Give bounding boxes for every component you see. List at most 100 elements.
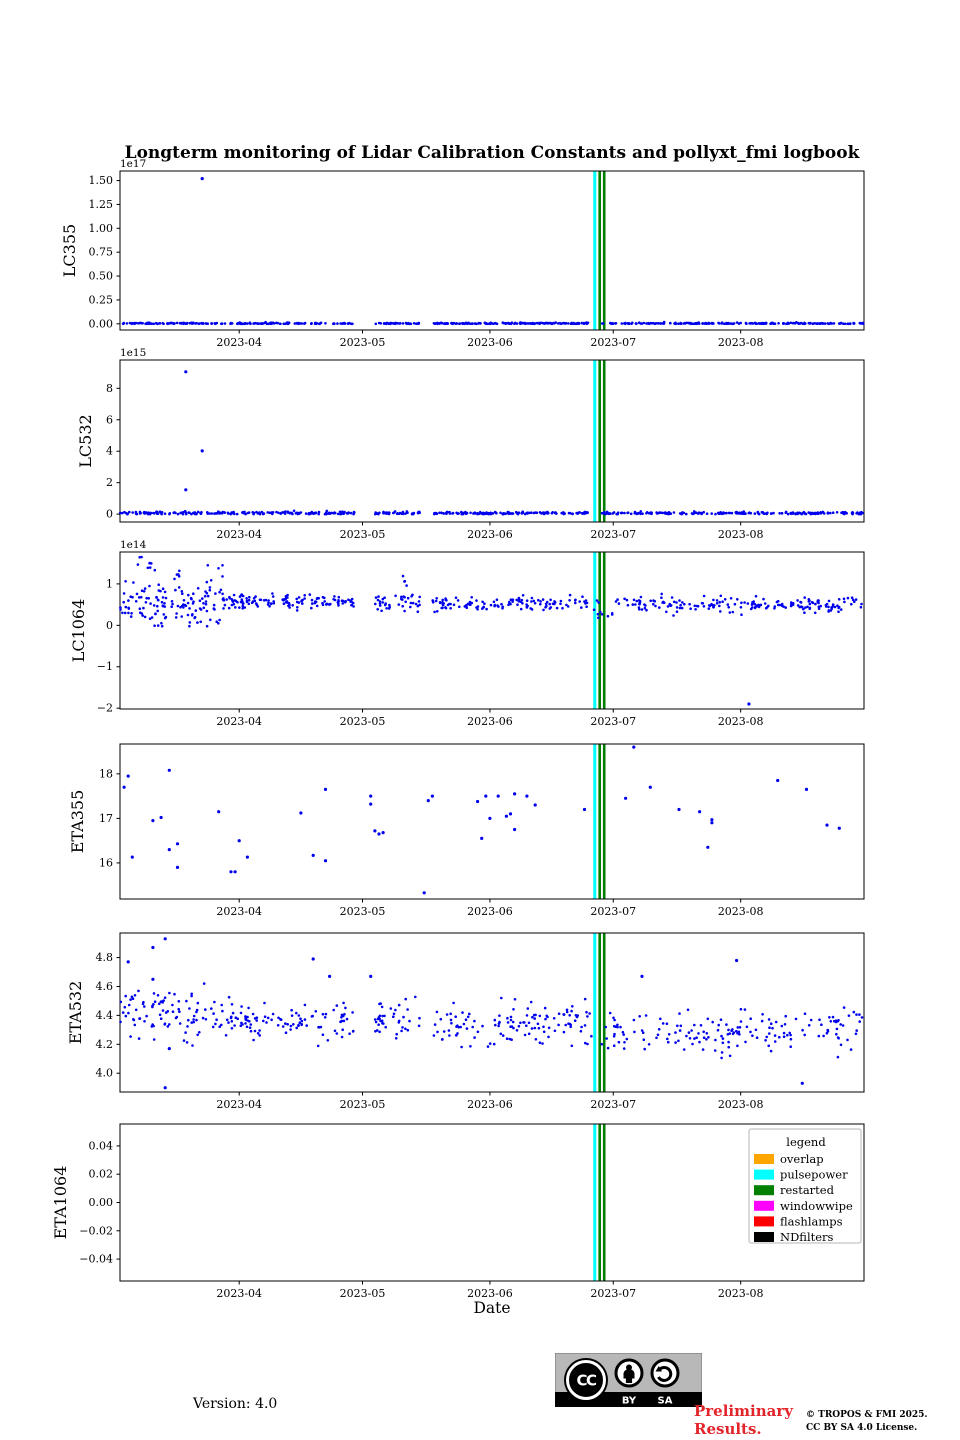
subplot-ETA1064: −0.04 −0.02 0.00 0.02 0.04 2023-04 2023-05 2023… — [51, 1123, 865, 1300]
svg-text:CC: CC — [576, 1372, 597, 1390]
svg-text:2023-06: 2023-06 — [467, 1098, 513, 1111]
y-axis-ticks: −0.04 −0.02 0.00 0.02 0.04 — [79, 1139, 120, 1266]
x-axis-ticks: 2023-04 2023-05 2023-06 2023-07 2023-08 — [216, 709, 764, 728]
legend-label-restarted: restarted — [780, 1183, 835, 1197]
legend-label-windowwipe: windowwipe — [780, 1199, 853, 1213]
cc-logo-icon: CC — [564, 1358, 608, 1402]
y-axis-ticks: 0 2 4 6 8 — [106, 382, 120, 521]
svg-text:2023-04: 2023-04 — [216, 905, 262, 918]
svg-text:8: 8 — [106, 382, 113, 395]
subplot-ETA532: 4.04.24.44.64.82023-04 2023-05 2023-06 2023… — [66, 932, 865, 1111]
svg-text:0.00: 0.00 — [89, 317, 114, 330]
svg-text:2023-05: 2023-05 — [340, 1098, 386, 1111]
subplot-LC1064: −2−1012023-04 2023-05 2023-06 2023-07 2023-0… — [69, 539, 865, 728]
svg-text:17: 17 — [99, 812, 113, 825]
svg-text:0.75: 0.75 — [89, 246, 114, 259]
svg-text:4.0: 4.0 — [96, 1067, 114, 1080]
svg-text:0.04: 0.04 — [89, 1139, 114, 1152]
svg-text:2023-07: 2023-07 — [590, 905, 636, 918]
svg-text:2023-04: 2023-04 — [216, 715, 262, 728]
svg-text:4.4: 4.4 — [96, 1009, 114, 1022]
y-axis-label: ETA1064 — [51, 1166, 70, 1240]
svg-text:0: 0 — [106, 619, 113, 632]
x-axis-ticks: 2023-04 2023-05 2023-06 2023-07 2023-08 — [216, 899, 764, 918]
svg-text:2023-05: 2023-05 — [340, 1287, 386, 1300]
svg-text:2023-07: 2023-07 — [590, 336, 636, 349]
legend-label-overlap: overlap — [780, 1152, 824, 1166]
version-label: Version: 4.0 — [193, 1396, 278, 1412]
x-axis-ticks: 2023-04 2023-05 2023-06 2023-07 2023-08 — [216, 522, 764, 541]
svg-text:−1: −1 — [97, 660, 113, 673]
svg-text:2023-08: 2023-08 — [718, 905, 764, 918]
y-axis-label: LC532 — [76, 414, 95, 467]
svg-text:2023-07: 2023-07 — [590, 528, 636, 541]
legend-label-flashlamps: flashlamps — [780, 1214, 843, 1228]
x-axis-ticks: 2023-04 2023-05 2023-06 2023-07 2023-08 — [216, 1092, 764, 1111]
svg-text:2023-07: 2023-07 — [590, 1098, 636, 1111]
svg-text:1.25: 1.25 — [89, 198, 114, 211]
legend-swatch-windowwipe — [754, 1200, 774, 1211]
x-axis-title: Date — [473, 1299, 510, 1317]
legend-label-pulsepower: pulsepower — [780, 1168, 848, 1182]
svg-text:18: 18 — [99, 767, 113, 780]
plot-frame — [119, 551, 865, 710]
svg-text:1: 1 — [106, 577, 113, 590]
svg-text:2023-06: 2023-06 — [467, 336, 513, 349]
svg-text:2023-07: 2023-07 — [590, 715, 636, 728]
svg-text:2023-04: 2023-04 — [216, 1287, 262, 1300]
y-axis-ticks: 16 17 18 — [99, 767, 120, 869]
y-axis-label: ETA355 — [68, 790, 87, 854]
svg-text:2023-07: 2023-07 — [590, 1287, 636, 1300]
calibration-chart: 0.000.250.500.751.001.251.502023-04 2023-… — [51, 158, 865, 1317]
svg-text:16: 16 — [99, 856, 113, 869]
svg-text:4.6: 4.6 — [96, 980, 114, 993]
y-axis-ticks: 0.00 0.25 0.50 0.75 1.00 1.25 1.50 — [89, 174, 120, 330]
svg-text:0.02: 0.02 — [89, 1168, 114, 1181]
cc-by-person-icon — [614, 1358, 644, 1388]
axis-scale-label: 1e15 — [120, 347, 146, 359]
axis-scale-label: 1e17 — [120, 158, 146, 170]
x-axis-ticks: 2023-04 2023-05 2023-06 2023-07 2023-08 — [216, 330, 764, 349]
preliminary-line1: Preliminary — [694, 1402, 793, 1420]
legend-swatch-overlap — [754, 1154, 774, 1164]
svg-text:−0.02: −0.02 — [79, 1224, 113, 1237]
legend-swatch-pulsepower — [754, 1169, 774, 1180]
svg-text:2023-04: 2023-04 — [216, 1098, 262, 1111]
svg-text:2023-08: 2023-08 — [718, 528, 764, 541]
svg-text:2023-05: 2023-05 — [340, 336, 386, 349]
svg-text:2023-05: 2023-05 — [340, 528, 386, 541]
legend-swatch-restarted — [754, 1185, 774, 1196]
plot-frame — [119, 359, 865, 523]
svg-text:2: 2 — [106, 476, 113, 489]
svg-text:−2: −2 — [97, 702, 113, 715]
svg-text:2023-04: 2023-04 — [216, 528, 262, 541]
svg-text:−0.04: −0.04 — [79, 1253, 113, 1266]
plot-frame — [119, 932, 865, 1093]
y-axis-label: LC1064 — [69, 599, 88, 663]
badge-by-label: BY — [622, 1396, 637, 1407]
subplot-ETA355: 1617182023-04 2023-05 2023-06 2023-07 2023-0… — [68, 743, 865, 918]
svg-text:2023-04: 2023-04 — [216, 336, 262, 349]
legend-label-NDfilters: NDfilters — [780, 1230, 834, 1244]
x-axis-ticks: 2023-04 2023-05 2023-06 2023-07 2023-08 — [216, 1281, 764, 1300]
preliminary-line2: Results. — [694, 1420, 762, 1438]
y-axis-label: LC355 — [60, 224, 79, 277]
svg-text:4.8: 4.8 — [96, 951, 114, 964]
cc-sa-arrow-icon — [650, 1358, 680, 1388]
badge-sa-label: SA — [658, 1396, 673, 1407]
svg-text:2023-05: 2023-05 — [340, 715, 386, 728]
copyright-line2: CC BY SA 4.0 License. — [806, 1423, 918, 1433]
legend-title: legend — [786, 1135, 826, 1149]
svg-text:1.50: 1.50 — [89, 174, 114, 187]
svg-text:0.00: 0.00 — [89, 1196, 114, 1209]
svg-text:2023-08: 2023-08 — [718, 1098, 764, 1111]
copyright-line1: © TROPOS & FMI 2025. — [806, 1410, 928, 1420]
svg-text:4.2: 4.2 — [96, 1038, 114, 1051]
cc-license-badge: CC BY SA — [555, 1353, 702, 1407]
svg-text:2023-05: 2023-05 — [340, 905, 386, 918]
svg-text:2023-08: 2023-08 — [718, 336, 764, 349]
legend-swatch-NDfilters — [754, 1232, 774, 1242]
y-axis-label: ETA532 — [66, 981, 85, 1045]
svg-text:6: 6 — [106, 413, 113, 426]
copyright-note: © TROPOS & FMI 2025. CC BY SA 4.0 Licens… — [806, 1409, 928, 1435]
